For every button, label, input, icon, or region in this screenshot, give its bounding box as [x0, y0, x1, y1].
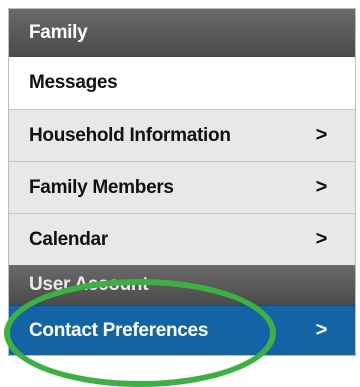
menu-item-label: Household Information: [29, 124, 231, 146]
menu-item-label: Family Members: [29, 176, 174, 198]
menu-item-household-information[interactable]: Household Information >: [9, 109, 355, 161]
section-header-user-account: User Account: [9, 265, 355, 305]
menu-item-messages[interactable]: Messages: [9, 57, 355, 109]
nav-menu: Family Messages Household Information > …: [8, 8, 356, 356]
menu-item-label: Contact Preferences: [29, 319, 209, 341]
menu-item-label: Calendar: [29, 228, 108, 250]
chevron-right-icon: >: [315, 124, 328, 146]
chevron-right-icon: >: [315, 176, 328, 198]
menu-item-contact-preferences[interactable]: Contact Preferences >: [9, 305, 355, 355]
menu-item-calendar[interactable]: Calendar >: [9, 213, 355, 265]
chevron-right-icon: >: [315, 228, 328, 250]
section-header-label: Family: [29, 22, 88, 43]
menu-item-family-members[interactable]: Family Members >: [9, 161, 355, 213]
chevron-right-icon: >: [315, 319, 328, 341]
section-header-family: Family: [9, 9, 355, 57]
section-header-label: User Account: [29, 274, 149, 295]
menu-item-label: Messages: [29, 72, 118, 93]
